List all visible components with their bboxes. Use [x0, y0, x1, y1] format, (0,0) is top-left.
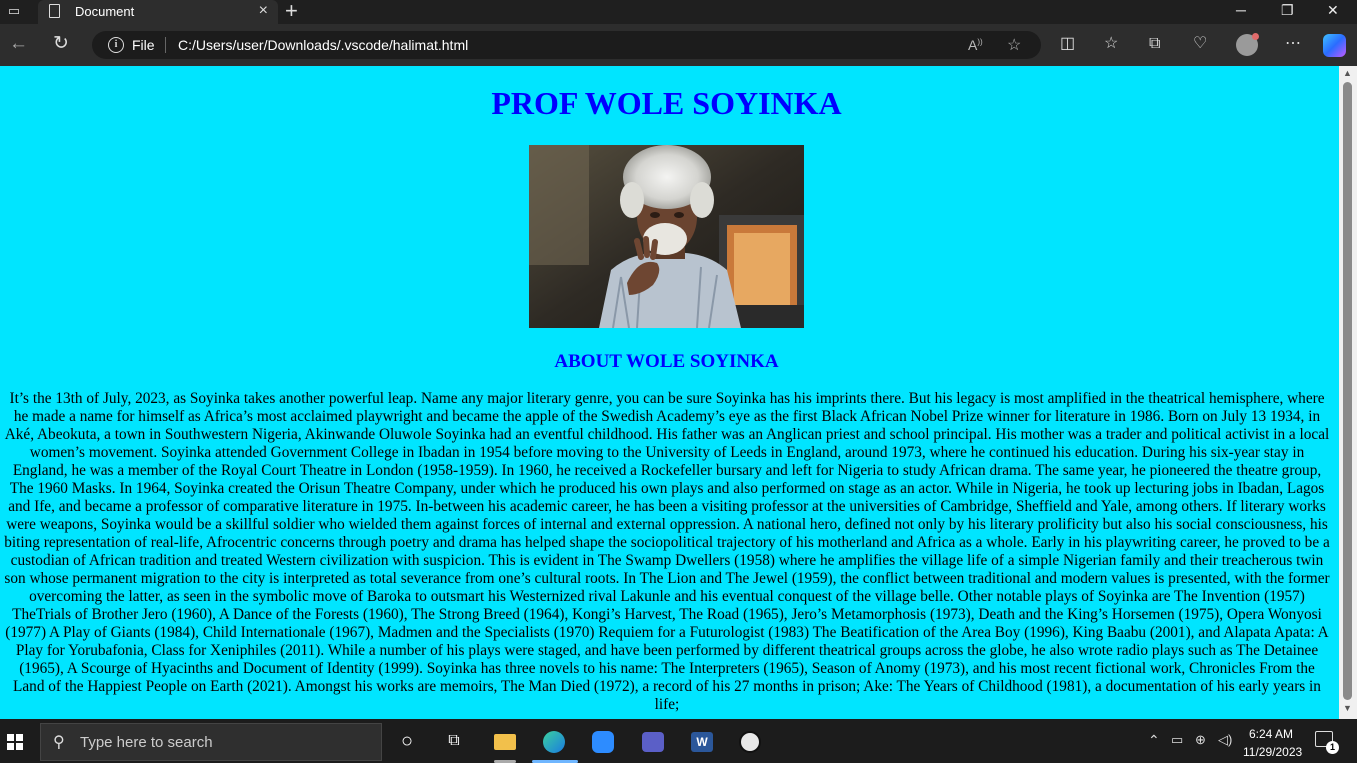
scrollbar-thumb[interactable]	[1343, 82, 1352, 700]
windows-taskbar: ⚲ Type here to search ○ ⧉ W ⌃ ▭ ⊕ ◁) 6:2…	[0, 719, 1357, 763]
cortana-icon[interactable]: ○	[393, 727, 421, 755]
scroll-up-arrow-icon[interactable]: ▲	[1343, 68, 1352, 78]
back-arrow-icon[interactable]: ←	[9, 34, 28, 54]
taskbar-search-box[interactable]: ⚲ Type here to search	[40, 723, 382, 761]
more-options-icon[interactable]: ⋯	[1285, 35, 1301, 53]
restore-button[interactable]: ❐	[1281, 2, 1294, 19]
network-globe-icon[interactable]: ⊕	[1195, 732, 1206, 748]
edge-icon[interactable]	[540, 727, 568, 755]
portrait-illustration	[529, 145, 804, 328]
scroll-down-arrow-icon[interactable]: ▼	[1343, 703, 1352, 713]
collections-icon[interactable]: ⧉	[1149, 35, 1160, 53]
show-hidden-icons-chevron-icon[interactable]: ⌃	[1148, 732, 1160, 749]
word-icon[interactable]: W	[688, 727, 716, 755]
battery-icon[interactable]: ▭	[1171, 732, 1183, 748]
tab-document[interactable]: Document ×	[38, 0, 278, 24]
browser-essentials-icon[interactable]: ♡	[1193, 35, 1207, 53]
read-aloud-icon[interactable]: A))	[968, 37, 983, 53]
favorite-star-icon[interactable]: ☆	[1007, 35, 1021, 55]
tab-actions-icon[interactable]: ▭	[6, 3, 22, 19]
browser-toolbar: ← ↻ i File C:/Users/user/Downloads/.vsco…	[0, 24, 1357, 66]
profile-notification-dot	[1252, 33, 1259, 40]
favorites-icon[interactable]: ☆	[1104, 35, 1118, 53]
taskbar-time[interactable]: 6:24 AM	[1249, 727, 1293, 741]
close-window-button[interactable]: ✕	[1327, 2, 1339, 19]
zoom-icon[interactable]	[589, 727, 617, 755]
file-explorer-icon[interactable]	[491, 727, 519, 755]
page-viewport: PROF WOLE SOYINKA ABOUT WOLE SOYINKA It’…	[0, 66, 1339, 719]
search-icon: ⚲	[53, 734, 65, 751]
copilot-icon[interactable]	[1323, 34, 1346, 57]
split-screen-icon[interactable]: ◫	[1060, 35, 1075, 53]
biography-paragraph: It’s the 13th of July, 2023, as Soyinka …	[4, 390, 1330, 713]
info-icon[interactable]: i	[108, 37, 124, 53]
task-view-icon[interactable]: ⧉	[440, 727, 468, 755]
teams-icon[interactable]	[639, 727, 667, 755]
notification-count-badge: 1	[1326, 741, 1339, 754]
windows-start-icon[interactable]	[7, 734, 23, 750]
tab-title: Document	[75, 4, 135, 19]
browser-tab-strip: ▭ Document × + ─ ❐ ✕	[0, 0, 1357, 24]
inkscape-icon[interactable]	[736, 727, 764, 755]
minimize-button[interactable]: ─	[1236, 2, 1246, 18]
refresh-icon[interactable]: ↻	[53, 34, 69, 54]
close-tab-icon[interactable]: ×	[259, 2, 268, 20]
about-heading: ABOUT WOLE SOYINKA	[554, 351, 779, 372]
document-icon	[49, 4, 60, 18]
volume-icon[interactable]: ◁)	[1218, 732, 1232, 748]
taskbar-date[interactable]: 11/29/2023	[1243, 745, 1302, 759]
soyinka-portrait-image	[529, 145, 804, 328]
page-scrollbar[interactable]: ▲ ▼	[1339, 66, 1357, 719]
page-title: PROF WOLE SOYINKA	[491, 85, 842, 121]
address-divider	[165, 37, 166, 53]
address-bar[interactable]: i File C:/Users/user/Downloads/.vscode/h…	[92, 31, 1041, 59]
url-text[interactable]: C:/Users/user/Downloads/.vscode/halimat.…	[178, 37, 468, 53]
search-placeholder: Type here to search	[80, 734, 213, 751]
new-tab-button[interactable]: +	[285, 0, 298, 22]
address-scheme: File	[132, 37, 155, 53]
